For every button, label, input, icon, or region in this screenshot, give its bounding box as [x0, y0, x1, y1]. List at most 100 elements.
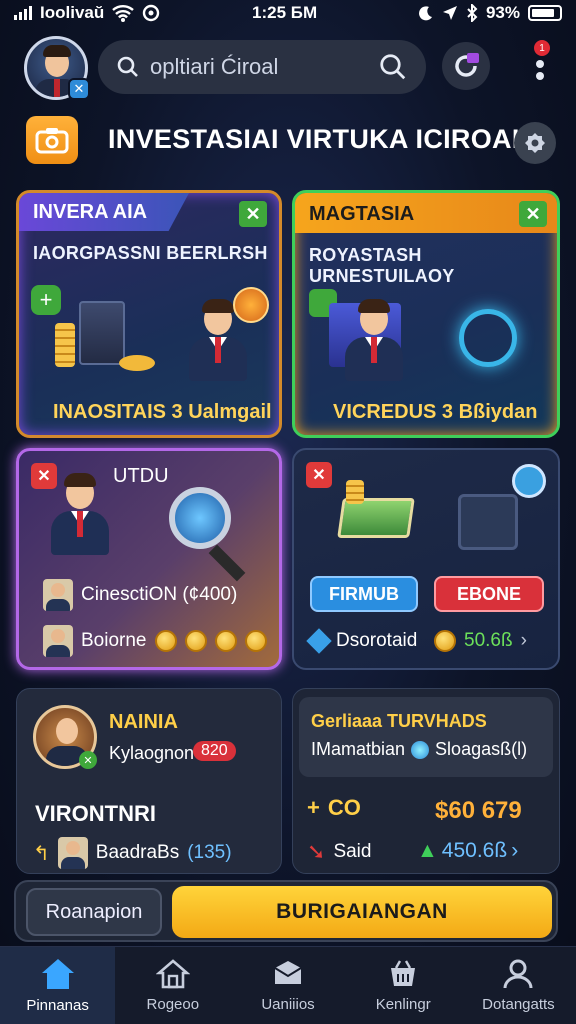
- diamond-icon: [306, 628, 332, 654]
- investment-card-2[interactable]: MAGTASIA ✕ ROYASTASH URNESTUILAOY VICRED…: [292, 190, 560, 438]
- investor-profile-card[interactable]: ✕ NAINIA Kylaognon 820 VIRONTNRI ↰ Baadr…: [16, 688, 282, 874]
- card-4-row: Dsorotaid: [306, 628, 417, 654]
- card-4-close-icon[interactable]: ✕: [306, 462, 332, 488]
- avatar: [43, 579, 73, 611]
- card-2-footer: VICREDUS 3 Bßiydan: [333, 401, 538, 423]
- investment-card-1[interactable]: INVERA AIA ✕ IAORGPASSNI BEERLRSH + INAO…: [16, 190, 282, 438]
- coin-icon: [154, 630, 177, 652]
- investment-card-4[interactable]: ✕ FIRMUB EBONE Dsorotaid 50.6ß ›: [292, 448, 560, 670]
- house-outline-icon: [155, 959, 190, 989]
- card-3-row-2: Boiorne: [43, 625, 267, 657]
- verified-badge-icon: ✕: [68, 78, 90, 100]
- summary-header: [299, 697, 553, 777]
- search-submit-icon[interactable]: [378, 52, 408, 82]
- home-icon: [41, 959, 74, 989]
- profile-row: ↰ BaadraBs (135): [33, 837, 232, 869]
- profile-subtitle: Kylaognon: [109, 743, 195, 763]
- card-3-row-1: CinesctiON (¢400): [43, 579, 237, 611]
- summary-row-1-value: $60 679: [435, 797, 522, 824]
- page-title: INVESTASIAI VIRTUKA ICIROAL: [108, 124, 529, 154]
- card-1-footer: INAOSITAIS 3 Ualmgail: [53, 401, 272, 423]
- coin-stack-icon: [346, 480, 364, 504]
- clock: 1:25 ƂM: [252, 3, 318, 22]
- card-2-check-icon[interactable]: ✕: [519, 201, 547, 227]
- profile-name: NAINIA: [109, 711, 178, 733]
- investor-figure-3: [49, 471, 111, 555]
- coin-pile-icon: [119, 355, 155, 371]
- online-badge-icon: ✕: [79, 751, 97, 769]
- refresh-icon: [455, 53, 479, 77]
- filter-button[interactable]: [442, 42, 490, 90]
- plus-icon: +: [307, 795, 320, 820]
- gauge-icon: [459, 309, 517, 367]
- tab-dotangatts[interactable]: Dotangatts: [461, 947, 576, 1024]
- primary-action-button[interactable]: BURIGAIANGAN: [172, 886, 552, 938]
- carrier-label: Ioolivaŭ: [40, 3, 105, 22]
- user-icon: [503, 959, 533, 989]
- coin-icon: [214, 630, 237, 652]
- search-input[interactable]: opltiari Ćiroal: [150, 54, 368, 80]
- card-2-title: MAGTASIA: [309, 203, 415, 225]
- inbox-icon: [274, 961, 302, 984]
- coin-stack-icon: [55, 323, 75, 367]
- camera-button[interactable]: [26, 116, 78, 164]
- tab-kenlingr[interactable]: Kenlingr: [346, 947, 461, 1024]
- battery-percent: 93%: [485, 3, 520, 22]
- portfolio-summary-card[interactable]: Gerliaaa TURVHADS IMamatbian Sloagasß(l)…: [292, 688, 560, 874]
- investor-figure-2: [343, 297, 405, 381]
- coin-icon: [244, 630, 267, 652]
- tab-uaniiios[interactable]: Uaniiios: [230, 947, 345, 1024]
- server-icon: [79, 301, 125, 365]
- basket-icon: [391, 960, 416, 986]
- secondary-action-button[interactable]: Roanapion: [26, 888, 162, 936]
- signal-icon: [14, 6, 32, 20]
- ballot-box-icon: [458, 494, 518, 550]
- summary-subtitle: IMamatbian Sloagasß(l): [311, 739, 528, 759]
- summary-row-2-value: ▲ 450.6ß ›: [417, 839, 519, 862]
- camera-icon: [35, 128, 69, 154]
- ebone-button[interactable]: EBONE: [434, 576, 544, 612]
- tree-up-icon: ▲: [417, 839, 438, 862]
- profile-badge: 820: [193, 741, 236, 761]
- action-bar: Roanapion BURIGAIANGAN: [14, 880, 558, 942]
- summary-title: Gerliaaa TURVHADS: [311, 711, 487, 731]
- down-arrow-icon: ➘: [307, 839, 326, 864]
- bottom-tab-bar: Pinnanas Rogeoo Uaniiios Kenlingr Dotang…: [0, 946, 576, 1024]
- coin-icon: [184, 630, 207, 652]
- share-icon: [512, 464, 546, 498]
- card-3-title: UTDU: [113, 465, 169, 487]
- summary-row-2-label: ➘ Said: [307, 839, 372, 864]
- target-icon: [233, 287, 269, 323]
- investment-card-3[interactable]: ✕ UTDU CinesctiON (¢400) Boiorne: [16, 448, 282, 670]
- coin-icon: [434, 630, 456, 652]
- plus-icon[interactable]: +: [31, 285, 61, 315]
- location-icon: [442, 6, 457, 20]
- notification-badge: 1: [534, 40, 550, 56]
- settings-status-icon: [143, 4, 160, 22]
- card-1-subtitle: IAORGPASSNI BEERLRSH: [33, 243, 268, 263]
- search-bar[interactable]: opltiari Ćiroal: [98, 40, 426, 94]
- tab-home[interactable]: Pinnanas: [0, 947, 116, 1024]
- card-1-check-icon[interactable]: ✕: [239, 201, 267, 227]
- arrow-icon: ↰: [33, 842, 50, 865]
- card-2-subtitle: ROYASTASH URNESTUILAOY: [309, 245, 455, 286]
- summary-row-1-label: + CO: [307, 795, 361, 820]
- bluetooth-icon: [467, 4, 478, 22]
- profile-heading: VIRONTNRI: [35, 801, 156, 826]
- card-4-value: 50.6ß ›: [434, 630, 527, 652]
- settings-button[interactable]: [514, 122, 556, 164]
- battery-icon: [528, 5, 562, 21]
- card-1-title: INVERA AIA: [33, 201, 148, 223]
- status-bar: Ioolivaŭ 1:25 ƂM 93%: [0, 0, 576, 26]
- moon-icon: [419, 6, 432, 21]
- wifi-icon: [112, 5, 135, 22]
- avatar: [57, 837, 88, 869]
- tab-rogeoo[interactable]: Rogeoo: [115, 947, 230, 1024]
- cash-stack-icon: [337, 498, 415, 538]
- magnifier-icon: [169, 487, 231, 549]
- avatar: [43, 625, 73, 657]
- gear-icon: [525, 133, 545, 153]
- firmub-button[interactable]: FIRMUB: [310, 576, 418, 612]
- search-icon: [117, 56, 138, 77]
- globe-icon: [411, 740, 430, 759]
